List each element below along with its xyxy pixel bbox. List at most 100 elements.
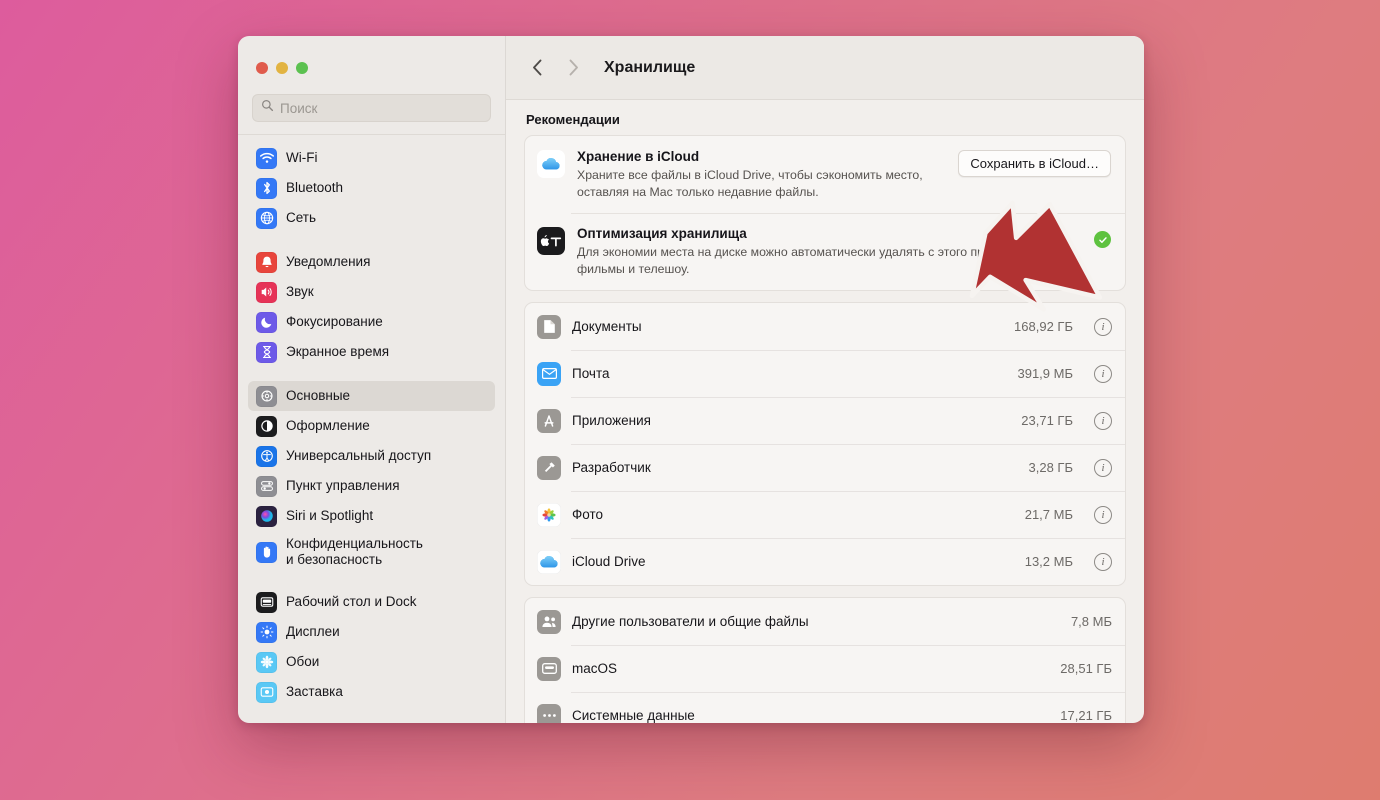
storage-row-size: 17,21 ГБ: [1060, 708, 1112, 723]
storage-row[interactable]: Приложения 23,71 ГБ i: [525, 397, 1125, 444]
sidebar-item-конфиденциальность-и-безопасность[interactable]: Конфиденциальность и безопасность: [248, 531, 495, 573]
search-placeholder: Поиск: [280, 100, 318, 116]
sidebar-item-label: Пункт управления: [286, 478, 400, 494]
macos-icon: [537, 656, 561, 681]
sidebar-group-3: Рабочий стол и Dock Дисплеи Обои Заставка: [248, 587, 495, 707]
sidebar-item-bluetooth[interactable]: Bluetooth: [248, 173, 495, 203]
storage-row[interactable]: Другие пользователи и общие файлы 7,8 МБ: [525, 598, 1125, 645]
storage-row-size: 13,2 МБ: [1024, 554, 1073, 570]
chevron-right-icon[interactable]: [560, 55, 586, 81]
storage-row[interactable]: Почта 391,9 МБ i: [525, 350, 1125, 397]
storage-row-name: Почта: [572, 366, 610, 382]
sidebar-item-сеть[interactable]: Сеть: [248, 203, 495, 233]
appearance-icon: [256, 415, 277, 437]
sidebar-item-обои[interactable]: Обои: [248, 647, 495, 677]
recommendation-row: Оптимизация хранилища Для экономии места …: [525, 213, 1125, 290]
save-to-icloud-button[interactable]: Сохранить в iCloud…: [958, 150, 1111, 177]
detail-pane: Хранилище Рекомендации Хранение в iCloud…: [506, 36, 1144, 723]
storage-row-size: 23,71 ГБ: [1021, 413, 1073, 429]
sidebar-item-уведомления[interactable]: Уведомления: [248, 247, 495, 277]
sidebar-item-основные[interactable]: Основные: [248, 381, 495, 411]
sidebar-item-экранное-время[interactable]: Экранное время: [248, 337, 495, 367]
bell-icon: [256, 251, 277, 273]
recommendation-description: Для экономии места на диске можно автома…: [577, 245, 1061, 276]
info-icon[interactable]: i: [1094, 411, 1112, 430]
recommendation-title: Оптимизация хранилища: [577, 226, 747, 242]
info-icon[interactable]: i: [1094, 552, 1112, 571]
storage-row[interactable]: iCloud Drive 13,2 МБ i: [525, 538, 1125, 585]
sidebar-item-пункт-управления[interactable]: Пункт управления: [248, 471, 495, 501]
recommendation-description: Храните все файлы в iCloud Drive, чтобы …: [577, 168, 923, 199]
content-scroll-area[interactable]: Рекомендации Хранение в iCloud Храните вс…: [506, 100, 1144, 723]
chevron-left-icon[interactable]: [524, 55, 550, 81]
storage-row[interactable]: Фото 21,7 МБ i: [525, 491, 1125, 538]
storage-row-name: Другие пользователи и общие файлы: [572, 614, 809, 630]
sidebar-item-label: Wi-Fi: [286, 150, 318, 166]
recommendation-text: Хранение в iCloud Храните все файлы в iCl…: [577, 149, 946, 200]
moon-icon: [256, 311, 277, 333]
storage-row-name: macOS: [572, 661, 618, 677]
info-icon[interactable]: i: [1094, 364, 1112, 383]
storage-row[interactable]: Документы 168,92 ГБ i: [525, 303, 1125, 350]
sidebar-item-siri-и-spotlight[interactable]: Siri и Spotlight: [248, 501, 495, 531]
search-input[interactable]: Поиск: [252, 94, 491, 122]
recommendation-action: [1094, 227, 1111, 249]
info-icon[interactable]: i: [1094, 458, 1112, 477]
recommendation-row: Хранение в iCloud Храните все файлы в iCl…: [525, 136, 1125, 213]
sidebar-item-рабочий-стол-и-dock[interactable]: Рабочий стол и Dock: [248, 587, 495, 617]
zoom-button[interactable]: [296, 62, 308, 74]
storage-row[interactable]: Системные данные 17,21 ГБ: [525, 692, 1125, 723]
storage-row[interactable]: macOS 28,51 ГБ: [525, 645, 1125, 692]
storage-row[interactable]: Разработчик 3,28 ГБ i: [525, 444, 1125, 491]
toolbar: Хранилище: [506, 36, 1144, 100]
control-center-icon: [256, 475, 277, 497]
info-icon[interactable]: i: [1094, 505, 1112, 524]
sidebar-item-label: Обои: [286, 654, 320, 670]
sidebar-item-label: Конфиденциальность и безопасность: [286, 536, 423, 567]
display-icon: [256, 621, 277, 643]
search-container: Поиск: [238, 88, 505, 122]
window-controls: [238, 36, 505, 88]
recommendations-heading: Рекомендации: [526, 112, 620, 127]
sidebar-group-2: Основные Оформление Универсальный доступ Пу…: [248, 381, 495, 573]
minimize-button[interactable]: [276, 62, 288, 74]
apple-tv-icon: [537, 227, 565, 256]
sidebar-group-1: Уведомления Звук Фокусирование Экранное вре…: [248, 247, 495, 367]
speaker-icon: [256, 281, 277, 303]
storage-row-name: Разработчик: [572, 460, 651, 476]
storage-row-size: 28,51 ГБ: [1060, 661, 1112, 677]
system-settings-window: Поиск Wi-Fi Bluetooth Сеть Уведомления Звук Ф…: [238, 36, 1144, 723]
storage-row-size: 7,8 МБ: [1070, 614, 1112, 630]
hammer-icon: [537, 455, 561, 480]
recommendation-action: Сохранить в iCloud…: [958, 150, 1111, 177]
sidebar-nav: Wi-Fi Bluetooth Сеть Уведомления Звук Фокусир…: [238, 135, 505, 723]
status-check-icon: [1094, 231, 1111, 249]
system-data-icon: [537, 703, 561, 723]
icloud-icon: [537, 549, 561, 574]
sidebar-item-заставка[interactable]: Заставка: [248, 677, 495, 707]
storage-card-1: Другие пользователи и общие файлы 7,8 МБ m…: [524, 597, 1126, 723]
sidebar-item-label: Оформление: [286, 418, 370, 434]
photos-icon: [537, 502, 561, 527]
sidebar-item-label: Звук: [286, 284, 314, 300]
storage-row-size: 168,92 ГБ: [1014, 319, 1073, 335]
sidebar-item-оформление[interactable]: Оформление: [248, 411, 495, 441]
storage-row-size: 3,28 ГБ: [1028, 460, 1073, 476]
sidebar-item-label: Экранное время: [286, 344, 390, 360]
info-icon[interactable]: i: [1094, 317, 1112, 336]
sidebar-item-фокусирование[interactable]: Фокусирование: [248, 307, 495, 337]
privacy-hand-icon: [256, 541, 277, 563]
sidebar-item-label: Bluetooth: [286, 180, 344, 196]
close-button[interactable]: [256, 62, 268, 74]
sidebar-item-label: Заставка: [286, 684, 343, 700]
sidebar-item-дисплеи[interactable]: Дисплеи: [248, 617, 495, 647]
storage-row-name: Документы: [572, 319, 642, 335]
wallpaper-icon: [256, 651, 277, 673]
sidebar-item-label: Универсальный доступ: [286, 448, 432, 464]
storage-row-name: Приложения: [572, 413, 651, 429]
accessibility-icon: [256, 445, 277, 467]
sidebar-item-звук[interactable]: Звук: [248, 277, 495, 307]
sidebar-item-универсальный-доступ[interactable]: Универсальный доступ: [248, 441, 495, 471]
sidebar-item-wi-fi[interactable]: Wi-Fi: [248, 143, 495, 173]
sidebar: Поиск Wi-Fi Bluetooth Сеть Уведомления Звук Ф…: [238, 36, 506, 723]
